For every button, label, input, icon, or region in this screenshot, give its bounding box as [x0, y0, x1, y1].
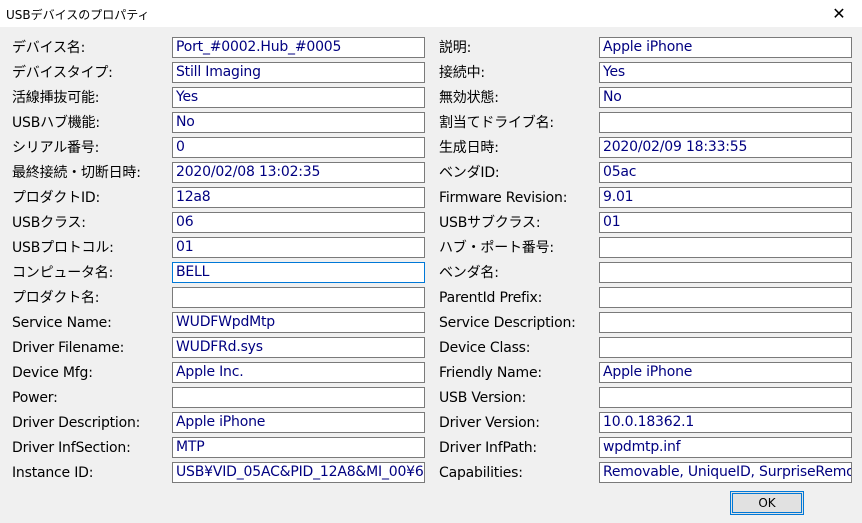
close-icon[interactable]: ✕	[816, 0, 862, 27]
label-last-connect: 最終接続・切断日時:	[12, 165, 141, 181]
label-device-mfg: Device Mfg:	[12, 365, 93, 381]
label-driver-description: Driver Description:	[12, 415, 141, 431]
label-device-class: Device Class:	[439, 340, 531, 356]
label-device-name: デバイス名:	[12, 40, 86, 56]
label-usb-subclass: USBサブクラス:	[439, 215, 541, 231]
window-title: USBデバイスのプロパティ	[6, 8, 150, 22]
field-drive-letter[interactable]	[599, 112, 852, 133]
field-driver-filename[interactable]: WUDFRd.sys	[172, 337, 425, 358]
field-parentid-prefix[interactable]	[599, 287, 852, 308]
field-power[interactable]	[172, 387, 425, 408]
label-created-date: 生成日時:	[439, 140, 499, 156]
label-driver-version: Driver Version:	[439, 415, 540, 431]
field-hot-plug[interactable]: Yes	[172, 87, 425, 108]
label-description: 説明:	[439, 40, 472, 56]
field-usb-subclass[interactable]: 01	[599, 212, 852, 233]
label-hub-port: ハブ・ポート番号:	[439, 240, 554, 256]
field-disabled[interactable]: No	[599, 87, 852, 108]
field-computer-name[interactable]: BELL	[172, 262, 425, 283]
label-product-id: プロダクトID:	[12, 190, 101, 206]
title-bar: USBデバイスのプロパティ ✕	[0, 0, 862, 27]
field-usb-class[interactable]: 06	[172, 212, 425, 233]
label-vendor-name: ベンダ名:	[439, 265, 499, 281]
label-driver-infpath: Driver InfPath:	[439, 440, 537, 456]
label-driver-infsection: Driver InfSection:	[12, 440, 131, 456]
field-capabilities[interactable]: Removable, UniqueID, SurpriseRemo	[599, 462, 852, 483]
field-description[interactable]: Apple iPhone	[599, 37, 852, 58]
field-device-class[interactable]	[599, 337, 852, 358]
field-usb-hub[interactable]: No	[172, 112, 425, 133]
label-instance-id: Instance ID:	[12, 465, 94, 481]
label-drive-letter: 割当てドライブ名:	[439, 115, 554, 131]
field-service-description[interactable]	[599, 312, 852, 333]
field-service-name[interactable]: WUDFWpdMtp	[172, 312, 425, 333]
field-friendly-name[interactable]: Apple iPhone	[599, 362, 852, 383]
label-usb-class: USBクラス:	[12, 215, 86, 231]
field-driver-infsection[interactable]: MTP	[172, 437, 425, 458]
field-device-name[interactable]: Port_#0002.Hub_#0005	[172, 37, 425, 58]
label-device-type: デバイスタイプ:	[12, 65, 113, 81]
field-created-date[interactable]: 2020/02/09 18:33:55	[599, 137, 852, 158]
label-firmware-revision: Firmware Revision:	[439, 190, 568, 206]
label-disabled: 無効状態:	[439, 90, 499, 106]
label-parentid-prefix: ParentId Prefix:	[439, 290, 543, 306]
label-usb-protocol: USBプロトコル:	[12, 240, 114, 256]
label-usb-hub: USBハブ機能:	[12, 115, 100, 131]
field-driver-infpath[interactable]: wpdmtp.inf	[599, 437, 852, 458]
field-usb-version[interactable]	[599, 387, 852, 408]
label-connected: 接続中:	[439, 65, 485, 81]
field-last-connect[interactable]: 2020/02/08 13:02:35	[172, 162, 425, 183]
field-product-id[interactable]: 12a8	[172, 187, 425, 208]
label-friendly-name: Friendly Name:	[439, 365, 542, 381]
field-driver-version[interactable]: 10.0.18362.1	[599, 412, 852, 433]
field-vendor-name[interactable]	[599, 262, 852, 283]
label-vendor-id: ベンダID:	[439, 165, 500, 181]
field-usb-protocol[interactable]: 01	[172, 237, 425, 258]
field-hub-port[interactable]	[599, 237, 852, 258]
label-power: Power:	[12, 390, 58, 406]
field-firmware-revision[interactable]: 9.01	[599, 187, 852, 208]
label-serial-number: シリアル番号:	[12, 140, 100, 156]
label-product-name: プロダクト名:	[12, 290, 100, 306]
label-service-description: Service Description:	[439, 315, 576, 331]
field-device-mfg[interactable]: Apple Inc.	[172, 362, 425, 383]
field-serial-number[interactable]: 0	[172, 137, 425, 158]
label-hot-plug: 活線挿抜可能:	[12, 90, 100, 106]
field-vendor-id[interactable]: 05ac	[599, 162, 852, 183]
label-computer-name: コンピュータ名:	[12, 265, 114, 281]
field-product-name[interactable]	[172, 287, 425, 308]
field-connected[interactable]: Yes	[599, 62, 852, 83]
label-service-name: Service Name:	[12, 315, 112, 331]
ok-button[interactable]: OK	[730, 491, 804, 515]
label-capabilities: Capabilities:	[439, 465, 523, 481]
field-device-type[interactable]: Still Imaging	[172, 62, 425, 83]
label-usb-version: USB Version:	[439, 390, 526, 406]
field-driver-description[interactable]: Apple iPhone	[172, 412, 425, 433]
label-driver-filename: Driver Filename:	[12, 340, 125, 356]
field-instance-id[interactable]: USB¥VID_05AC&PID_12A8&MI_00¥6	[172, 462, 425, 483]
